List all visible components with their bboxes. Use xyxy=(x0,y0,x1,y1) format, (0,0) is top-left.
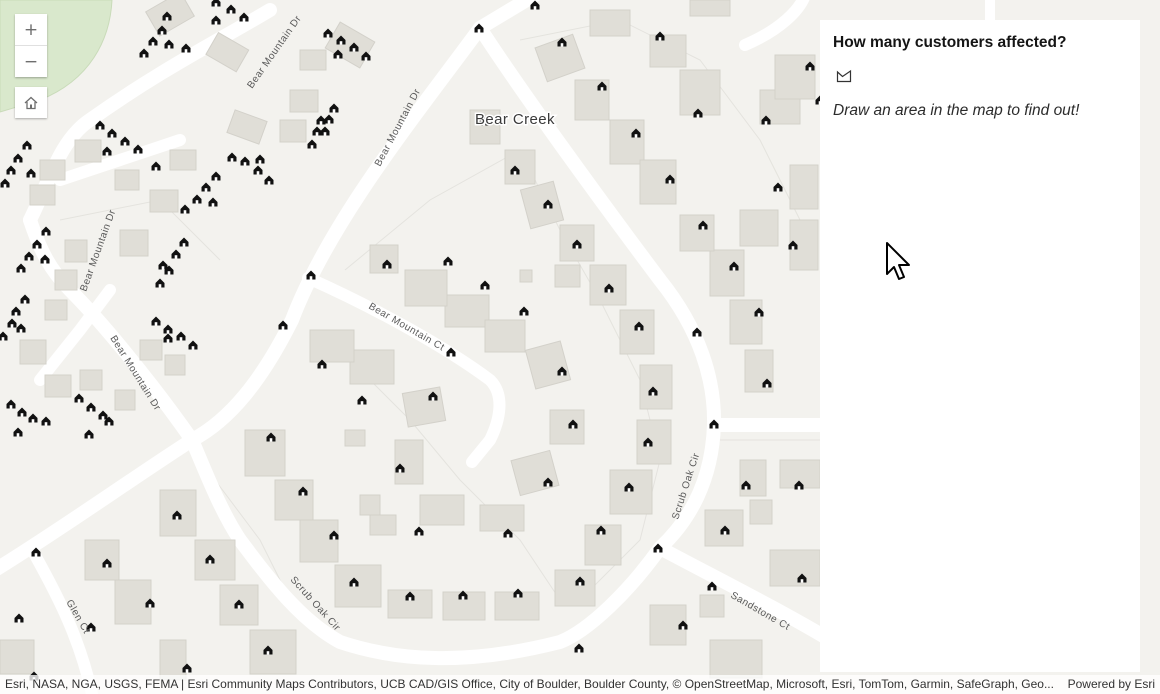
customers-panel: How many customers affected? Draw an are… xyxy=(820,20,1140,672)
home-button[interactable] xyxy=(15,87,47,118)
powered-by-link[interactable]: Powered by Esri xyxy=(1068,675,1155,694)
zoom-out-button[interactable]: − xyxy=(15,45,47,77)
panel-hint: Draw an area in the map to find out! xyxy=(833,102,1080,119)
place-label: Bear Creek xyxy=(475,111,555,128)
draw-polygon-button[interactable] xyxy=(833,66,855,86)
polygon-draw-icon xyxy=(836,69,852,83)
zoom-controls: + − xyxy=(15,14,47,77)
attribution-credits[interactable]: Esri, NASA, NGA, USGS, FEMA | Esri Commu… xyxy=(5,675,1057,694)
map-attribution: Esri, NASA, NGA, USGS, FEMA | Esri Commu… xyxy=(0,675,1160,694)
home-icon xyxy=(24,96,38,109)
panel-title: How many customers affected? xyxy=(833,34,1067,51)
zoom-in-button[interactable]: + xyxy=(15,14,47,45)
